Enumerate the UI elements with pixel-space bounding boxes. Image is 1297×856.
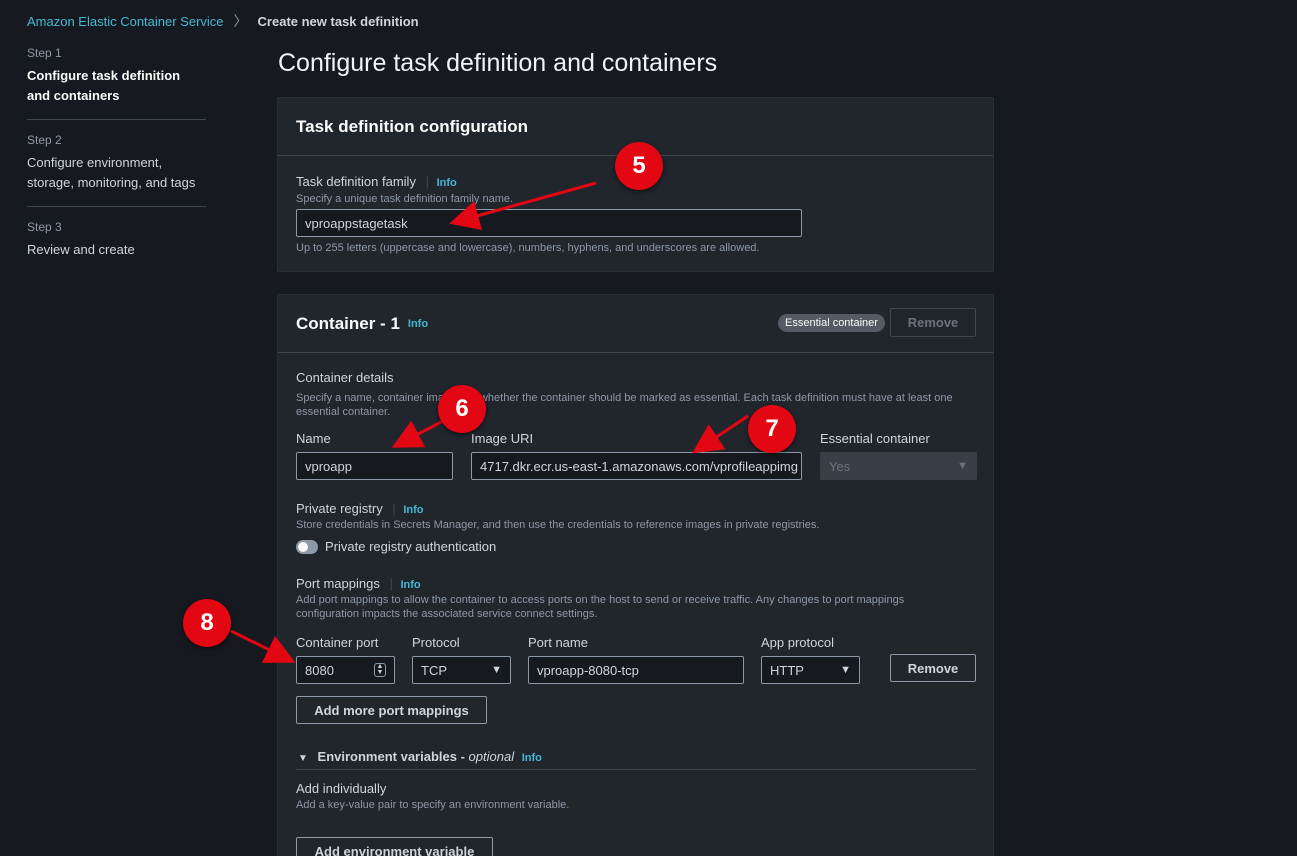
family-input[interactable]: vproappstagetask bbox=[296, 209, 802, 237]
essential-container-label: Essential container bbox=[820, 431, 930, 446]
essential-container-select[interactable]: Yes ▼ bbox=[820, 452, 977, 480]
env-optional-text: optional bbox=[468, 749, 515, 764]
container-port-input[interactable]: 8080 ▲ ▼ bbox=[296, 656, 395, 684]
private-registry-info-link[interactable]: Info bbox=[403, 504, 423, 516]
container-port-label: Container port bbox=[296, 635, 379, 650]
step-number: Step 2 bbox=[27, 133, 62, 147]
port-mappings-info-link[interactable]: Info bbox=[400, 579, 420, 591]
step-2[interactable]: Step 2 Configure environment, storage, m… bbox=[27, 133, 206, 207]
port-name-label: Port name bbox=[528, 635, 588, 650]
callout-7: 7 bbox=[748, 405, 796, 453]
chevron-right-icon: 〉 bbox=[233, 13, 248, 29]
caret-down-icon: ▼ bbox=[491, 664, 502, 676]
image-uri-label: Image URI bbox=[471, 431, 534, 446]
callout-8: 8 bbox=[183, 599, 231, 647]
app-protocol-select[interactable]: HTTP ▼ bbox=[761, 656, 860, 684]
port-name-input[interactable]: vproapp-8080-tcp bbox=[528, 656, 744, 684]
desc-part: configuration impacts the associated ser… bbox=[296, 608, 598, 620]
family-hint: Up to 255 letters (uppercase and lowerca… bbox=[296, 242, 760, 254]
stepper-icon[interactable]: ▲ ▼ bbox=[374, 663, 386, 677]
breadcrumb-ecs-link[interactable]: Amazon Elastic Container Service bbox=[27, 14, 224, 29]
name-label: Name bbox=[296, 431, 331, 446]
add-port-mapping-button[interactable]: Add more port mappings bbox=[296, 696, 487, 724]
desc-part: whether the container should be marked a… bbox=[479, 392, 953, 404]
family-label: Task definition family | Info bbox=[296, 174, 457, 189]
protocol-value: TCP bbox=[421, 662, 447, 678]
step-title: Review and create bbox=[27, 242, 135, 257]
caret-down-icon: ▼ bbox=[840, 664, 851, 676]
step-3[interactable]: Step 3 Review and create bbox=[27, 220, 206, 273]
page-title: Configure task definition and containers bbox=[278, 49, 718, 77]
env-label-text: Environment variables - bbox=[317, 749, 465, 764]
step-1[interactable]: Step 1 Configure task definition and con… bbox=[27, 46, 206, 120]
family-info-link[interactable]: Info bbox=[437, 177, 457, 189]
app-protocol-value: HTTP bbox=[770, 662, 804, 678]
step-title: Configure environment, storage, monitori… bbox=[27, 155, 196, 190]
divider: | bbox=[392, 501, 396, 516]
wizard-steps: Step 1 Configure task definition and con… bbox=[27, 46, 206, 286]
breadcrumb-current: Create new task definition bbox=[257, 13, 419, 29]
family-description: Specify a unique task definition family … bbox=[296, 193, 514, 205]
private-registry-toggle[interactable] bbox=[296, 540, 318, 554]
step-title: Configure task definition and containers bbox=[27, 68, 181, 103]
panel-title: Task definition configuration bbox=[296, 116, 529, 136]
protocol-select[interactable]: TCP ▼ bbox=[412, 656, 511, 684]
private-registry-toggle-label: Private registry authentication bbox=[325, 539, 497, 554]
divider: | bbox=[389, 576, 393, 591]
image-uri-input[interactable]: 4717.dkr.ecr.us-east-1.amazonaws.com/vpr… bbox=[471, 452, 802, 480]
caret-down-icon: ▼ bbox=[298, 753, 308, 764]
step-number: Step 1 bbox=[27, 46, 62, 60]
environment-variables-header[interactable]: ▼ Environment variables - optional Info bbox=[298, 749, 542, 764]
container-details-description: Specify a name, container ima whether the… bbox=[296, 391, 976, 419]
add-environment-variable-button[interactable]: Add environment variable bbox=[296, 837, 493, 856]
remove-container-button[interactable]: Remove bbox=[890, 308, 976, 337]
app-protocol-label: App protocol bbox=[761, 635, 834, 650]
desc-part: essential container. bbox=[296, 406, 391, 418]
panel-title: Container - 1 bbox=[296, 313, 400, 333]
divider: | bbox=[425, 174, 429, 189]
container-name-input[interactable]: vproapp bbox=[296, 452, 453, 480]
port-mappings-text: Port mappings bbox=[296, 576, 380, 591]
container-panel: Container - 1 Info Essential container R… bbox=[277, 294, 994, 856]
container-details-label: Container details bbox=[296, 370, 394, 385]
essential-container-badge: Essential container bbox=[778, 314, 885, 332]
desc-part: Add port mappings to allow the container… bbox=[296, 594, 905, 606]
section-divider bbox=[296, 769, 976, 770]
port-mappings-description: Add port mappings to allow the container… bbox=[296, 593, 976, 621]
add-individually-description: Add a key-value pair to specify an envir… bbox=[296, 799, 570, 811]
container-info-link[interactable]: Info bbox=[408, 318, 428, 330]
private-registry-label: Private registry | Info bbox=[296, 501, 424, 516]
breadcrumb: Amazon Elastic Container Service 〉 Creat… bbox=[27, 11, 419, 31]
remove-port-mapping-button[interactable]: Remove bbox=[890, 654, 976, 682]
callout-5: 5 bbox=[615, 142, 663, 190]
callout-6: 6 bbox=[438, 385, 486, 433]
step-number: Step 3 bbox=[27, 220, 62, 234]
desc-part: Specify a name, container ima bbox=[296, 392, 444, 404]
panel-header: Container - 1 Info bbox=[278, 295, 993, 353]
caret-down-icon: ▼ bbox=[957, 460, 968, 472]
private-registry-text: Private registry bbox=[296, 501, 383, 516]
container-port-value: 8080 bbox=[305, 662, 334, 678]
port-mappings-label: Port mappings | Info bbox=[296, 576, 421, 591]
private-registry-description: Store credentials in Secrets Manager, an… bbox=[296, 519, 820, 531]
add-individually-label: Add individually bbox=[296, 781, 387, 796]
env-info-link[interactable]: Info bbox=[522, 752, 542, 764]
protocol-label: Protocol bbox=[412, 635, 460, 650]
family-label-text: Task definition family bbox=[296, 174, 416, 189]
essential-value: Yes bbox=[829, 458, 851, 474]
